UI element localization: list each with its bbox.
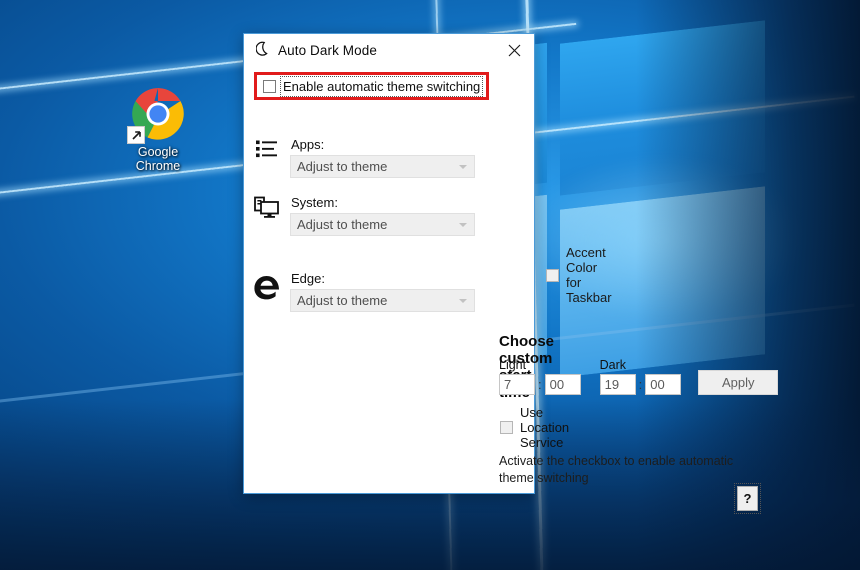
moon-icon [255,41,270,60]
accent-color-for-taskbar-label: Accent Color for Taskbar [566,245,612,305]
light-time-group: Light 7 : 00 [499,358,581,395]
edge-icon [244,271,290,303]
light-time-separator: : [538,377,542,392]
auto-dark-mode-window: Auto Dark Mode Enable automatic theme sw… [243,33,779,514]
enable-automatic-theme-switching-checkbox[interactable] [263,80,276,93]
dark-time-group: Dark 19 : 00 [599,358,682,395]
apps-dropdown-value: Adjust to theme [297,159,388,174]
apply-button[interactable]: Apply [698,370,779,395]
monitor-icon [244,195,290,221]
desktop-icon-google-chrome[interactable]: Google Chrome [121,86,195,173]
chevron-down-icon [459,164,467,169]
window-title: Auto Dark Mode [278,43,377,58]
dark-minute-input[interactable]: 00 [645,374,682,395]
dark-time-separator: : [638,377,643,392]
chevron-down-icon [459,298,467,303]
close-icon[interactable] [494,35,534,67]
light-label: Light [499,358,527,372]
use-location-service-checkbox[interactable] [500,421,513,434]
apps-controls: Apps: Adjust to theme [290,137,475,178]
apps-section: Apps: Adjust to theme [244,137,534,178]
window-titlebar[interactable]: Auto Dark Mode [244,34,534,67]
desktop-icon-label-line2: Chrome [135,159,181,173]
apps-label: Apps: [291,137,325,152]
edge-controls: Edge: Adjust to theme [290,271,475,312]
edge-dropdown[interactable]: Adjust to theme [290,289,475,312]
status-message: Activate the checkbox to enable automati… [499,454,734,485]
system-dropdown-value: Adjust to theme [297,217,388,232]
light-minute-input[interactable]: 00 [544,374,581,395]
edge-dropdown-value: Adjust to theme [297,293,388,308]
enable-automatic-theme-switching-row[interactable]: Enable automatic theme switching [263,76,484,97]
accent-color-for-taskbar-row[interactable]: Accent Color for Taskbar [546,245,612,305]
help-button[interactable]: ? [734,483,761,514]
system-dropdown[interactable]: Adjust to theme [290,213,475,236]
custom-start-time-controls: Light 7 : 00 Dark 19 : 00 Apply [499,358,779,395]
edge-section: Edge: Adjust to theme [244,271,534,312]
edge-label: Edge: [291,271,325,286]
chrome-icon [127,86,186,144]
chevron-down-icon [459,222,467,227]
use-location-service-label: Use Location Service [520,405,570,450]
apps-list-icon [244,137,290,163]
enable-automatic-theme-switching-label[interactable]: Enable automatic theme switching [279,76,484,97]
use-location-service-row[interactable]: Use Location Service [500,405,569,450]
system-section: System: Adjust to theme [244,195,534,236]
system-label: System: [291,195,338,210]
shortcut-arrow-icon [127,126,145,144]
desktop-icon-label-line1: Google [137,145,179,159]
dark-label: Dark [599,358,627,372]
accent-color-for-taskbar-checkbox[interactable] [546,268,559,282]
light-hour-input[interactable]: 7 [499,374,535,395]
dark-hour-input[interactable]: 19 [599,374,636,395]
system-controls: System: Adjust to theme [290,195,475,236]
desktop-icon-label: Google Chrome [121,145,195,173]
apps-dropdown[interactable]: Adjust to theme [290,155,475,178]
